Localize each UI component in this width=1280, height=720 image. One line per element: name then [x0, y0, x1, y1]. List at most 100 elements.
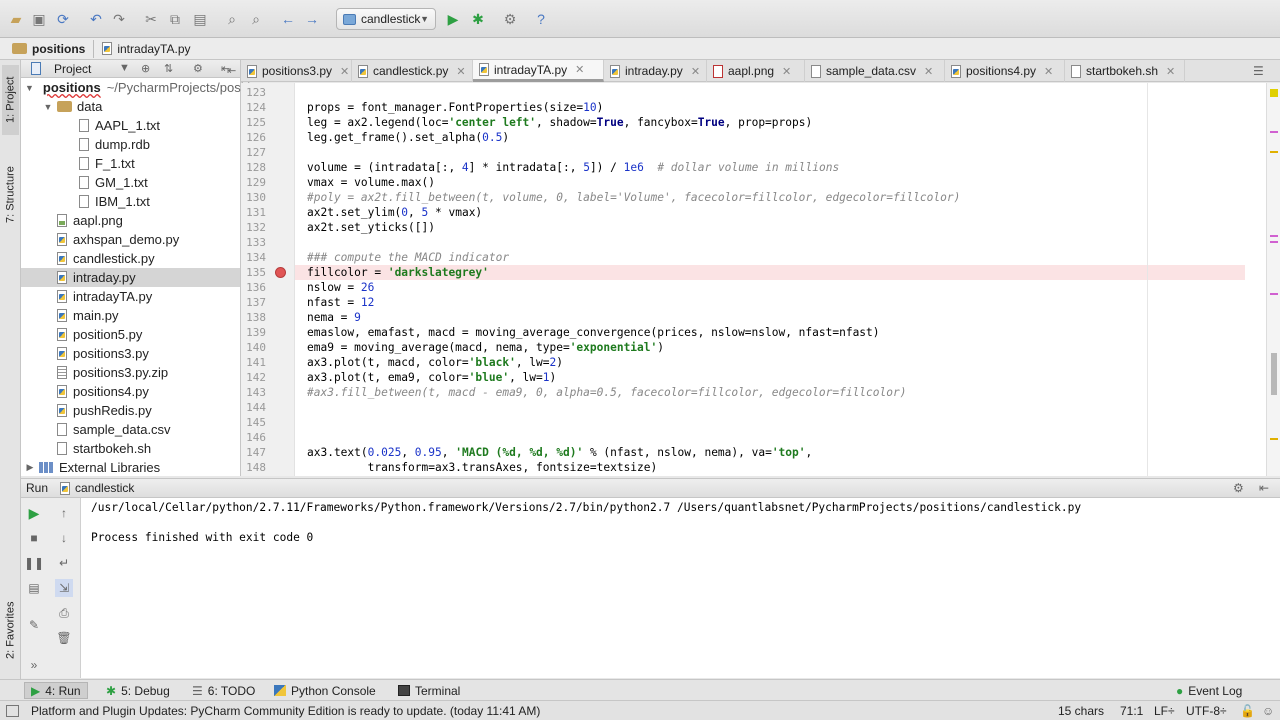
code-line[interactable]: leg = ax2.legend(loc='center left', shad… — [307, 115, 1257, 130]
close-icon[interactable]: ✕ — [924, 65, 933, 78]
back-icon[interactable]: ← — [278, 9, 298, 29]
print-icon[interactable]: ⎙ — [55, 604, 73, 622]
forward-icon[interactable]: → — [302, 9, 322, 29]
scrollbar-thumb[interactable] — [1271, 353, 1277, 395]
tabs-scroll-left-icon[interactable]: ⇤ — [227, 64, 236, 77]
code-line[interactable] — [307, 85, 1257, 100]
editor-tab[interactable]: positions3.py ✕ — [241, 60, 352, 82]
find-icon[interactable]: ⌕ — [222, 9, 242, 29]
status-message[interactable]: Platform and Plugin Updates: PyCharm Com… — [31, 704, 540, 718]
breadcrumb-project[interactable]: positions — [10, 39, 95, 58]
clear-all-icon[interactable]: 🗑 — [55, 629, 73, 647]
code-line[interactable]: ### compute the MACD indicator — [307, 250, 1257, 265]
scroll-to-end-icon[interactable]: ⇲ — [55, 579, 73, 597]
stripe-marker[interactable] — [1270, 131, 1278, 133]
code-line[interactable] — [307, 235, 1257, 250]
tree-item[interactable]: aapl.png — [21, 211, 240, 230]
close-icon[interactable]: ✕ — [1166, 65, 1175, 78]
tree-item[interactable]: sample_data.csv — [21, 420, 240, 439]
close-icon[interactable]: ✕ — [456, 65, 465, 78]
debug-tool-tab[interactable]: ✱ 5: Debug — [100, 682, 176, 699]
code-line[interactable]: emaslow, emafast, macd = moving_average_… — [307, 325, 1257, 340]
rerun-icon[interactable]: ▶ — [25, 504, 43, 522]
tree-external-libraries[interactable]: ▶ External Libraries — [21, 458, 240, 477]
code-line[interactable] — [307, 145, 1257, 160]
scroll-up-icon[interactable]: ↑ — [55, 504, 73, 522]
gear-icon[interactable]: ⚙ — [1233, 481, 1244, 495]
editor-tab[interactable]: sample_data.csv ✕ — [805, 60, 945, 82]
pin-icon[interactable]: ✎ — [25, 616, 43, 634]
code-line[interactable] — [307, 415, 1257, 430]
tree-item[interactable]: dump.rdb — [21, 135, 240, 154]
code-line[interactable]: leg.get_frame().set_alpha(0.5) — [307, 130, 1257, 145]
project-view-selector[interactable]: Project — [54, 62, 91, 76]
editor-tab[interactable]: candlestick.py ✕ — [352, 60, 473, 82]
replace-icon[interactable]: ⌕ — [246, 9, 266, 29]
close-icon[interactable]: ✕ — [782, 65, 791, 78]
caret-position[interactable]: 71:1 — [1120, 704, 1143, 718]
pause-icon[interactable]: ❚❚ — [24, 554, 44, 572]
terminal-tool-tab[interactable]: Terminal — [392, 682, 466, 699]
tree-item[interactable]: axhspan_demo.py — [21, 230, 240, 249]
gear-icon[interactable]: ⚙ — [193, 62, 203, 75]
copy-icon[interactable]: ⧉ — [165, 9, 185, 29]
stop-icon[interactable]: ■ — [25, 529, 43, 547]
code-line[interactable]: ax3.plot(t, ema9, color='blue', lw=1) — [307, 370, 1257, 385]
expand-triangle-icon[interactable]: ▼ — [43, 102, 53, 112]
code-line[interactable]: ax2t.set_yticks([]) — [307, 220, 1257, 235]
run-tool-tab[interactable]: ▶ 4: Run — [24, 682, 88, 699]
breadcrumb-file[interactable]: intradayTA.py — [100, 40, 198, 58]
tree-item[interactable]: position5.py — [21, 325, 240, 344]
redo-icon[interactable]: ↷ — [109, 9, 129, 29]
code-line[interactable]: nslow = 26 — [307, 280, 1257, 295]
run-config-dropdown[interactable]: candlestick ▼ — [336, 8, 436, 30]
debug-icon[interactable]: ✱ — [468, 9, 488, 29]
favorites-tool-tab[interactable]: 2: Favorites — [2, 585, 19, 675]
tree-item[interactable]: AAPL_1.txt — [21, 116, 240, 135]
tree-root[interactable]: ▼ positions ~/PycharmProjects/positions — [21, 78, 271, 97]
inspector-icon[interactable]: ☺ — [1262, 704, 1274, 718]
help-icon[interactable]: ? — [531, 9, 551, 29]
stripe-marker[interactable] — [1270, 241, 1278, 243]
stripe-marker[interactable] — [1270, 235, 1278, 237]
code-line[interactable] — [307, 400, 1257, 415]
tree-item[interactable]: positions3.py.zip — [21, 363, 240, 382]
editor-tab[interactable]: aapl.png ✕ — [707, 60, 805, 82]
code-editor[interactable]: props = font_manager.FontProperties(size… — [295, 83, 1266, 476]
settings-wrench-icon[interactable]: ⚙ — [500, 9, 520, 29]
code-line[interactable] — [307, 430, 1257, 445]
run-icon[interactable]: ▶ — [443, 9, 463, 29]
code-line[interactable]: ax2t.set_ylim(0, 5 * vmax) — [307, 205, 1257, 220]
expand-triangle-icon[interactable]: ▼ — [25, 83, 34, 93]
tree-item[interactable]: GM_1.txt — [21, 173, 240, 192]
tabs-menu-icon[interactable]: ☰ — [1253, 64, 1264, 78]
tree-item[interactable]: pushRedis.py — [21, 401, 240, 420]
editor-tab[interactable]: positions4.py ✕ — [945, 60, 1065, 82]
toggle-tool-windows-icon[interactable] — [6, 705, 19, 717]
scroll-from-source-icon[interactable]: ⊕ — [141, 62, 150, 75]
python-console-tool-tab[interactable]: Python Console — [268, 682, 382, 699]
scroll-down-icon[interactable]: ↓ — [55, 529, 73, 547]
file-encoding[interactable]: UTF-8÷ — [1186, 704, 1227, 718]
event-log-tool-tab[interactable]: ● Event Log — [1170, 682, 1248, 699]
dump-threads-icon[interactable]: ▤ — [25, 579, 43, 597]
soft-wrap-icon[interactable]: ↵ — [55, 554, 73, 572]
breakpoint-icon[interactable] — [275, 267, 286, 278]
collapse-all-icon[interactable]: ⇅ — [164, 62, 173, 75]
code-line[interactable]: ax3.text(0.025, 0.95, 'MACD (%d, %d, %d)… — [307, 445, 1257, 460]
chevron-down-icon[interactable]: ▼ — [119, 62, 130, 74]
line-separator[interactable]: LF÷ — [1154, 704, 1175, 718]
more-icon[interactable]: » — [25, 656, 43, 674]
structure-tool-tab[interactable]: 7: Structure — [2, 155, 19, 235]
code-line[interactable]: #ax3.fill_between(t, macd - ema9, 0, alp… — [307, 385, 1257, 400]
lock-icon[interactable]: 🔓 — [1240, 704, 1255, 718]
run-console-output[interactable]: /usr/local/Cellar/python/2.7.11/Framewor… — [81, 498, 1280, 678]
code-line[interactable]: transform=ax3.transAxes, fontsize=textsi… — [307, 460, 1257, 475]
code-line[interactable]: fillcolor = 'darkslategrey' — [295, 265, 1245, 280]
code-line[interactable]: #poly = ax2t.fill_between(t, volume, 0, … — [307, 190, 1257, 205]
project-tool-tab[interactable]: 1: Project — [2, 65, 19, 135]
code-line[interactable]: props = font_manager.FontProperties(size… — [307, 100, 1257, 115]
undo-icon[interactable]: ↶ — [86, 9, 106, 29]
tree-item[interactable]: positions3.py — [21, 344, 240, 363]
tree-item[interactable]: intraday.py — [21, 268, 240, 287]
